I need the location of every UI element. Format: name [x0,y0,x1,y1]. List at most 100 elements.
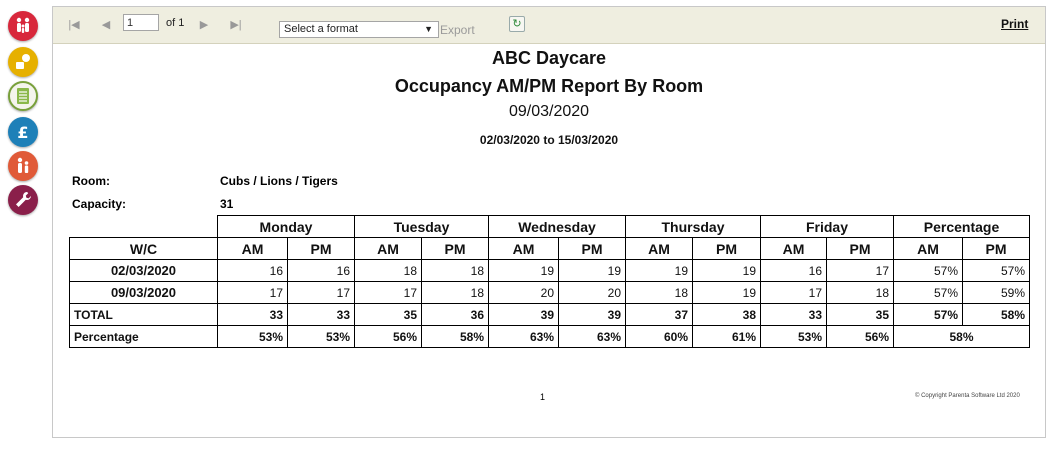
week-label: 02/03/2020 [69,259,218,282]
am-header: AM [488,237,559,260]
total-cell: 57% [893,303,963,326]
table-row: 09/03/2020 17 17 17 18 20 20 18 19 17 18… [69,281,1030,304]
value-cell: 17 [826,259,894,282]
notebook-icon [17,88,29,104]
total-cell: 35 [354,303,422,326]
day-header: Monday [217,215,355,238]
page-count-label: of 1 [166,17,185,29]
sidebar-finance-button[interactable]: £ [8,117,38,147]
sidebar-register-button[interactable] [8,81,38,111]
total-cell: 33 [217,303,288,326]
report-date-range: 02/03/2020 to 15/03/2020 [53,133,1045,147]
report-viewer: |◀ ◀ of 1 ▶ ▶| Select a format ▼ Export … [52,6,1046,438]
family-icon [16,17,30,33]
page-number-footer: 1 [540,392,546,402]
total-label: TOTAL [69,303,218,326]
pm-header: PM [558,237,626,260]
sidebar-settings-button[interactable] [8,185,38,215]
range-to: 15/03/2020 [558,133,619,147]
corner-cell [70,216,218,238]
pm-header: PM [962,237,1030,260]
value-cell: 16 [760,259,827,282]
value-cell: 19 [625,259,693,282]
total-cell: 39 [488,303,559,326]
day-header: Thursday [625,215,761,238]
room-label: Room: [72,174,110,188]
sidebar-toys-button[interactable] [8,47,38,77]
percentage-row: Percentage 53% 53% 56% 58% 63% 63% 60% 6… [69,325,1030,348]
value-cell: 19 [558,259,626,282]
print-link[interactable]: Print [1001,17,1028,31]
next-page-icon[interactable]: ▶ [197,18,211,32]
percentage-cell: 61% [692,325,761,348]
refresh-icon[interactable]: ↻ [509,16,525,32]
percentage-cell: 56% [354,325,422,348]
overall-percentage-cell: 58% [893,325,1030,348]
total-cell: 33 [287,303,355,326]
range-to-word: to [543,133,555,147]
percentage-cell: 58% [421,325,489,348]
value-cell: 57% [893,259,963,282]
value-cell: 18 [354,259,422,282]
page-number-input[interactable] [123,14,159,31]
dropdown-arrow-icon: ▼ [424,24,433,34]
percentage-cell: 56% [826,325,894,348]
total-row: TOTAL 33 33 35 36 39 39 37 38 33 35 57% … [69,303,1030,326]
pm-header: PM [692,237,761,260]
day-header-row: Monday Tuesday Wednesday Thursday Friday… [70,215,1030,238]
total-cell: 36 [421,303,489,326]
session-header-row: W/C AM PM AM PM AM PM AM PM AM PM AM PM [69,237,1030,260]
percentage-cell: 53% [217,325,288,348]
total-cell: 39 [558,303,626,326]
report-company-name: ABC Daycare [491,48,607,68]
range-from: 02/03/2020 [479,133,540,147]
percentage-cell: 53% [760,325,827,348]
report-date: 09/03/2020 [508,103,590,120]
report-toolbar: |◀ ◀ of 1 ▶ ▶| Select a format ▼ Export … [53,7,1045,44]
total-cell: 37 [625,303,693,326]
day-header: Percentage [893,215,1030,238]
value-cell: 19 [692,259,761,282]
percentage-label: Percentage [69,325,218,348]
value-cell: 20 [488,281,559,304]
format-select-value: Select a format [284,23,358,35]
table-row: 02/03/2020 16 16 18 18 19 19 19 19 16 17… [69,259,1030,282]
value-cell: 18 [625,281,693,304]
percentage-cell: 60% [625,325,693,348]
pm-header: PM [826,237,894,260]
total-cell: 38 [692,303,761,326]
day-header: Tuesday [354,215,489,238]
export-format-select[interactable]: Select a format ▼ [279,21,439,38]
first-page-icon[interactable]: |◀ [67,18,81,32]
svg-text:£: £ [17,123,28,142]
am-header: AM [217,237,288,260]
week-label: 09/03/2020 [69,281,218,304]
percentage-cell: 63% [488,325,559,348]
am-header: AM [354,237,422,260]
value-cell: 59% [962,281,1030,304]
blocks-icon [16,54,30,69]
value-cell: 17 [217,281,288,304]
percentage-cell: 63% [558,325,626,348]
value-cell: 19 [488,259,559,282]
value-cell: 17 [760,281,827,304]
day-header: Friday [760,215,894,238]
app-sidebar: £ [0,0,48,458]
day-header: Wednesday [488,215,626,238]
am-header: AM [625,237,693,260]
previous-page-icon[interactable]: ◀ [99,18,113,32]
percentage-cell: 53% [287,325,355,348]
am-header: AM [760,237,827,260]
value-cell: 16 [287,259,355,282]
total-cell: 58% [962,303,1030,326]
occupancy-table: Monday Tuesday Wednesday Thursday Friday… [69,215,1030,348]
wrench-icon [16,192,31,207]
wc-header: W/C [69,237,218,260]
room-value: Cubs / Lions / Tigers [220,174,338,188]
sidebar-family-button[interactable] [8,11,38,41]
export-link[interactable]: Export [440,23,475,37]
total-cell: 33 [760,303,827,326]
sidebar-staff-button[interactable] [8,151,38,181]
value-cell: 17 [354,281,422,304]
last-page-icon[interactable]: ▶| [229,18,243,32]
